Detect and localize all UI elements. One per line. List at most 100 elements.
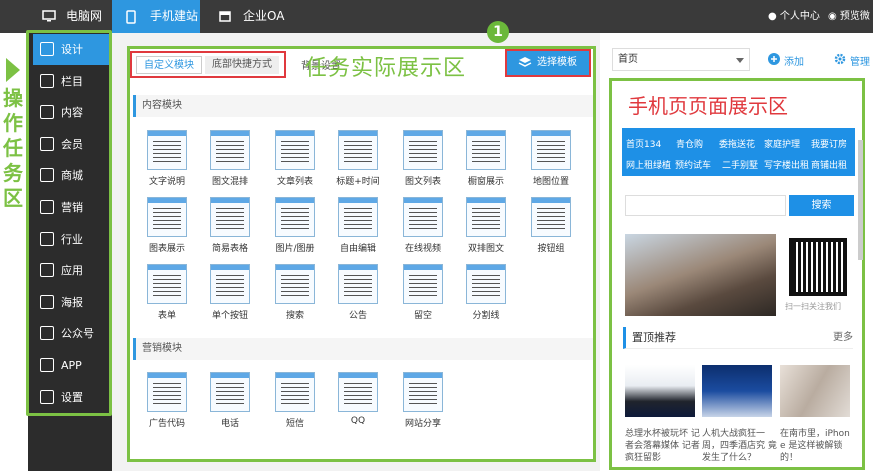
sidebar-item-wechat[interactable]: 公众号 — [33, 318, 109, 349]
sidebar-item-label: 行业 — [61, 232, 83, 246]
module-icon — [338, 372, 378, 412]
module-icon — [403, 372, 443, 412]
manage-button[interactable]: 管理 — [834, 53, 870, 68]
nav-link[interactable]: 青仓购 — [676, 137, 703, 150]
nav-link[interactable]: 网上租绿植 — [626, 158, 671, 171]
add-page-button[interactable]: 添加 — [768, 53, 804, 68]
module-icon — [147, 264, 187, 304]
module-marketing_modules-0[interactable]: 广告代码 — [137, 372, 197, 429]
module-content_modules-12[interactable]: 双排图文 — [456, 197, 516, 254]
sidebar-item-apps[interactable]: 应用 — [33, 255, 109, 286]
recommend-title: 置顶推荐 — [632, 331, 676, 344]
news-title[interactable]: 总理水杯被玩坏 记者会落幕媒体 记者疯狂留影 — [625, 428, 701, 464]
tab-bottom-shortcuts[interactable]: 底部快捷方式 — [205, 56, 279, 74]
select-template-label: 选择模板 — [537, 57, 577, 68]
preview-search-button[interactable]: 搜索 — [789, 195, 854, 216]
industry-icon — [40, 231, 54, 246]
user-icon: ● — [768, 11, 777, 22]
module-label: 表单 — [157, 311, 176, 321]
sidebar-item-design[interactable]: 设计 — [33, 34, 109, 65]
preview-search-input[interactable] — [625, 195, 786, 216]
module-content_modules-2[interactable]: 文章列表 — [265, 130, 325, 187]
module-label: 搜索 — [285, 311, 304, 321]
module-label: 图片/图册 — [275, 244, 315, 254]
module-content_modules-11[interactable]: 在线视频 — [393, 197, 453, 254]
sidebar-item-industry[interactable]: 行业 — [33, 224, 109, 255]
module-content_modules-3[interactable]: 标题+时间 — [328, 130, 388, 187]
module-marketing_modules-3[interactable]: QQ — [328, 372, 388, 426]
design-icon — [40, 42, 54, 56]
nav-link[interactable]: 写字楼出租 — [764, 158, 809, 171]
nav-link[interactable]: 预约试车 — [675, 158, 711, 171]
module-content_modules-13[interactable]: 按钮组 — [521, 197, 581, 254]
sidebar-item-user[interactable]: 会员 — [33, 129, 109, 160]
edit-icon — [40, 105, 54, 120]
sidebar-item-label: 内容 — [61, 106, 83, 120]
module-label: 公告 — [348, 311, 367, 321]
module-content_modules-19[interactable]: 分割线 — [456, 264, 516, 321]
wechat-icon — [40, 326, 54, 341]
user-center-link[interactable]: ● 个人中心 — [768, 0, 820, 33]
module-marketing_modules-2[interactable]: 短信 — [265, 372, 325, 429]
sidebar-item-label: 公众号 — [61, 327, 94, 341]
sidebar-item-edit[interactable]: 内容 — [33, 97, 109, 128]
module-content_modules-15[interactable]: 单个按钮 — [200, 264, 260, 321]
module-label: 双排图文 — [467, 244, 504, 254]
sidebar-item-cart[interactable]: 商城 — [33, 160, 109, 191]
preview-site-link[interactable]: ◉ 预览微站 — [828, 0, 873, 55]
annotation-mobile-page-area: 手机页页面展示区 — [628, 94, 788, 118]
sidebar-item-marketing[interactable]: 营销 — [33, 192, 109, 223]
module-label: QQ — [350, 416, 366, 426]
module-icon — [403, 264, 443, 304]
news-title[interactable]: 在南市里，iPhon e 是这样被解锁 的！ — [780, 428, 856, 464]
tab-enterprise-oa[interactable]: 企业OA — [205, 0, 289, 33]
nav-link[interactable]: 商铺出租 — [811, 158, 847, 171]
module-content_modules-9[interactable]: 图片/图册 — [265, 197, 325, 254]
module-content_modules-10[interactable]: 自由编辑 — [328, 197, 388, 254]
tab-mobile-site-label: 手机建站 — [150, 9, 199, 23]
sidebar-item-label: 营销 — [61, 201, 83, 214]
module-content_modules-1[interactable]: 图文混排 — [200, 130, 260, 187]
module-content_modules-6[interactable]: 地图位置 — [521, 130, 581, 187]
tab-pc-site[interactable]: 电脑网站 — [28, 0, 112, 56]
module-label: 橱窗展示 — [467, 177, 504, 187]
nav-link[interactable]: 家庭护理 — [764, 137, 800, 150]
preview-scrollbar[interactable] — [858, 140, 863, 260]
select-template-button[interactable]: 选择模板 — [505, 49, 591, 77]
sidebar-item-app[interactable]: APP — [33, 350, 109, 381]
page-select[interactable]: 首页 — [612, 48, 750, 71]
tab-enterprise-oa-label: 企业OA — [243, 9, 285, 23]
add-label: 添加 — [784, 57, 804, 68]
module-content_modules-4[interactable]: 图文列表 — [393, 130, 453, 187]
module-content_modules-8[interactable]: 简易表格 — [200, 197, 260, 254]
module-content_modules-14[interactable]: 表单 — [137, 264, 197, 321]
sidebar-item-settings[interactable]: 设置 — [33, 382, 109, 413]
sidebar-item-list[interactable]: 栏目 — [33, 66, 109, 97]
news-title[interactable]: 人机大战疯狂一 周，四季酒店究 竟发生了什么？ — [702, 428, 778, 464]
nav-link[interactable]: 委拖送花 — [719, 137, 755, 150]
news-image[interactable] — [625, 365, 695, 417]
more-link[interactable]: 更多 — [833, 327, 853, 349]
tab-mobile-site[interactable]: 手机建站 — [112, 0, 200, 33]
module-content_modules-7[interactable]: 图表展示 — [137, 197, 197, 254]
nav-link[interactable]: 二手别墅 — [722, 158, 758, 171]
qr-caption: 扫一扫关注我们 — [785, 302, 841, 311]
module-content_modules-0[interactable]: 文字说明 — [137, 130, 197, 187]
module-content_modules-16[interactable]: 搜索 — [265, 264, 325, 321]
module-label: 文字说明 — [148, 177, 185, 187]
nav-link[interactable]: 首页134 — [626, 137, 661, 150]
module-marketing_modules-4[interactable]: 网站分享 — [393, 372, 453, 429]
tab-custom-module[interactable]: 自定义模块 — [136, 56, 202, 74]
news-image[interactable] — [702, 365, 772, 417]
module-label: 分割线 — [472, 311, 500, 321]
monitor-icon — [42, 10, 56, 22]
module-label: 地图位置 — [532, 177, 569, 187]
module-content_modules-5[interactable]: 橱窗展示 — [456, 130, 516, 187]
module-content_modules-17[interactable]: 公告 — [328, 264, 388, 321]
news-image[interactable] — [780, 365, 850, 417]
module-marketing_modules-1[interactable]: 电话 — [200, 372, 260, 429]
sidebar-item-poster[interactable]: 海报 — [33, 287, 109, 318]
nav-link[interactable]: 我要订房 — [811, 137, 847, 150]
module-content_modules-18[interactable]: 留空 — [393, 264, 453, 321]
settings-icon — [40, 389, 54, 404]
